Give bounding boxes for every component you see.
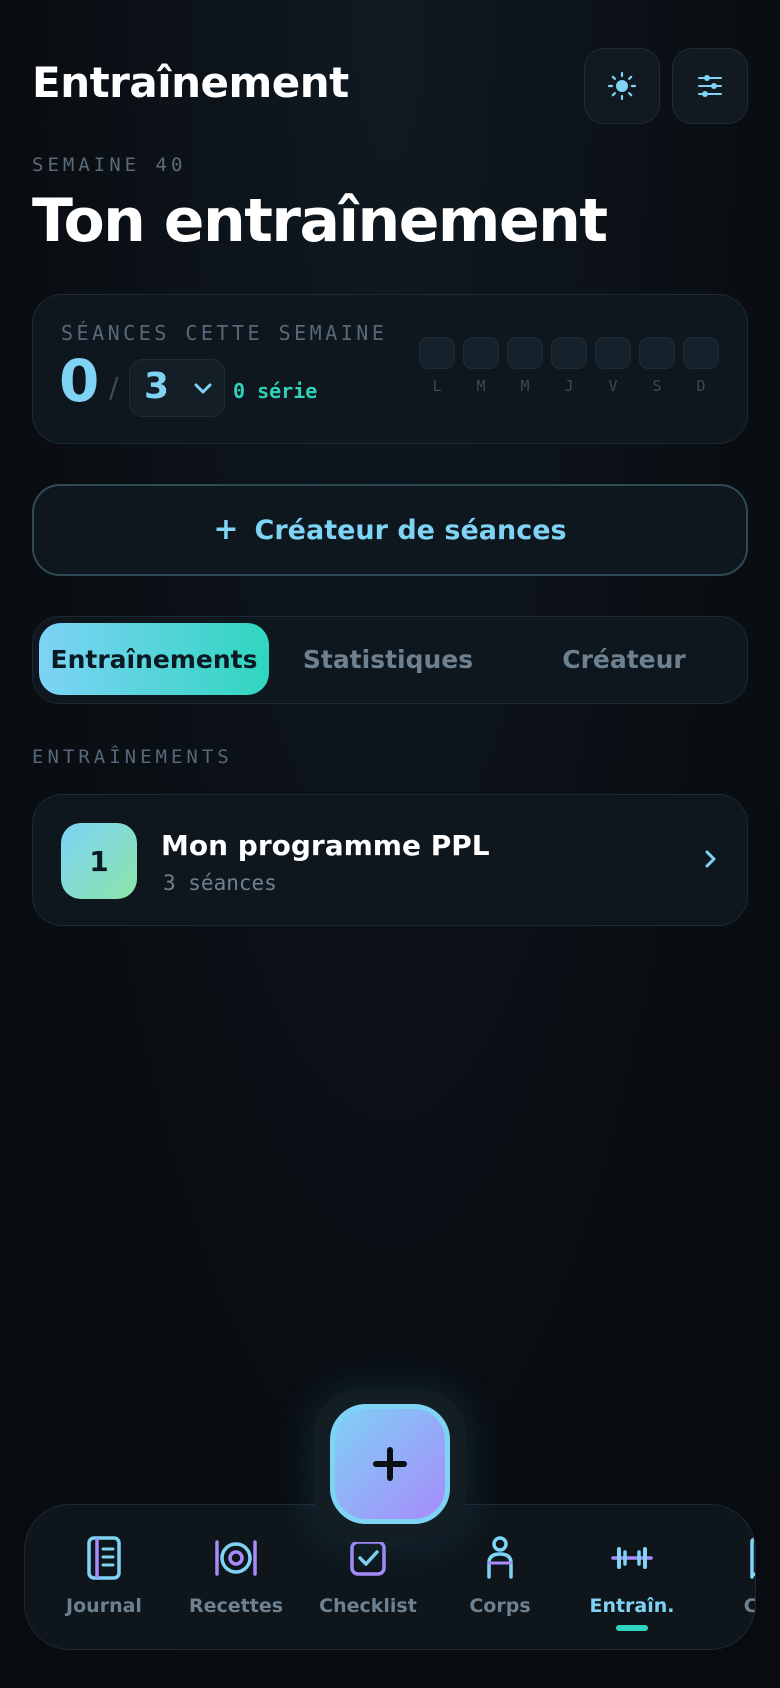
day-indicator <box>683 337 719 369</box>
nav-item-checklist[interactable]: Checklist <box>308 1535 428 1617</box>
day-letter: M <box>476 377 486 395</box>
day-indicator <box>507 337 543 369</box>
day-indicator <box>551 337 587 369</box>
dumbbell-icon <box>610 1535 654 1581</box>
nav-label: Checklist <box>319 1595 417 1617</box>
day-letter: J <box>564 377 574 395</box>
tab-workouts[interactable]: Entraînements <box>39 623 269 695</box>
nav-label: Recettes <box>188 1595 284 1617</box>
notebook-icon <box>84 1535 124 1581</box>
week-label: SEMAINE 40 <box>32 154 187 176</box>
theme-toggle-button[interactable] <box>584 48 660 124</box>
week-days: L M M J V S D <box>419 337 719 395</box>
person-icon <box>482 1535 518 1581</box>
day-indicator <box>419 337 455 369</box>
nav-item-journal[interactable]: Journal <box>44 1535 164 1617</box>
session-creator-button[interactable]: + Créateur de séances <box>32 484 748 576</box>
day-letter: S <box>652 377 662 395</box>
day-saturday: S <box>639 337 675 395</box>
plus-icon: + <box>213 512 239 547</box>
day-letter: L <box>432 377 442 395</box>
program-name: Mon programme PPL <box>161 829 490 862</box>
nav-item-training[interactable]: Entraîn. <box>572 1535 692 1631</box>
plate-icon <box>212 1535 260 1581</box>
day-letter: M <box>520 377 530 395</box>
section-label: ENTRAÎNEMENTS <box>32 746 233 768</box>
chevron-down-icon <box>194 383 212 394</box>
streak-label: 0 série <box>233 379 318 403</box>
sun-icon <box>607 71 637 101</box>
day-sunday: D <box>683 337 719 395</box>
sessions-label: SÉANCES CETTE SEMAINE <box>61 321 388 345</box>
session-creator-label: Créateur de séances <box>254 514 567 546</box>
page-title: Ton entraînement <box>32 186 608 256</box>
plus-icon <box>373 1447 407 1481</box>
weekly-sessions-card: SÉANCES CETTE SEMAINE 0 / 3 0 série L M … <box>32 294 748 444</box>
nav-item-body[interactable]: Corps <box>440 1535 560 1617</box>
chevron-right-icon <box>705 850 716 868</box>
day-letter: V <box>608 377 618 395</box>
active-indicator <box>616 1625 648 1631</box>
nav-item-recipes[interactable]: Recettes <box>176 1535 296 1617</box>
book-icon <box>744 1535 755 1581</box>
day-monday: L <box>419 337 455 395</box>
program-subtitle: 3 séances <box>163 871 277 895</box>
day-letter: D <box>696 377 706 395</box>
tab-statistics[interactable]: Statistiques <box>273 623 503 695</box>
day-indicator <box>595 337 631 369</box>
program-list-item[interactable]: 1 Mon programme PPL 3 séances <box>32 794 748 926</box>
app-title: Entraînement <box>32 58 349 107</box>
sessions-goal-value: 3 <box>144 366 170 407</box>
program-badge: 1 <box>61 823 137 899</box>
nav-label: Corps <box>469 1595 531 1617</box>
day-wednesday: M <box>507 337 543 395</box>
day-thursday: J <box>551 337 587 395</box>
settings-button[interactable] <box>672 48 748 124</box>
sessions-goal-select[interactable]: 3 <box>129 359 225 417</box>
day-friday: V <box>595 337 631 395</box>
sliders-icon <box>698 75 722 97</box>
sessions-done-count: 0 <box>59 347 100 415</box>
day-tuesday: M <box>463 337 499 395</box>
nav-label: Entraîn. <box>589 1595 675 1617</box>
day-indicator <box>639 337 675 369</box>
sessions-separator: / <box>109 371 119 404</box>
add-button[interactable] <box>330 1404 450 1524</box>
nav-label: Con <box>744 1595 755 1617</box>
day-indicator <box>463 337 499 369</box>
view-tabs: Entraînements Statistiques Créateur <box>32 616 748 704</box>
tab-creator[interactable]: Créateur <box>509 623 739 695</box>
nav-label: Journal <box>66 1595 142 1617</box>
nav-item-con[interactable]: Con <box>704 1535 755 1617</box>
